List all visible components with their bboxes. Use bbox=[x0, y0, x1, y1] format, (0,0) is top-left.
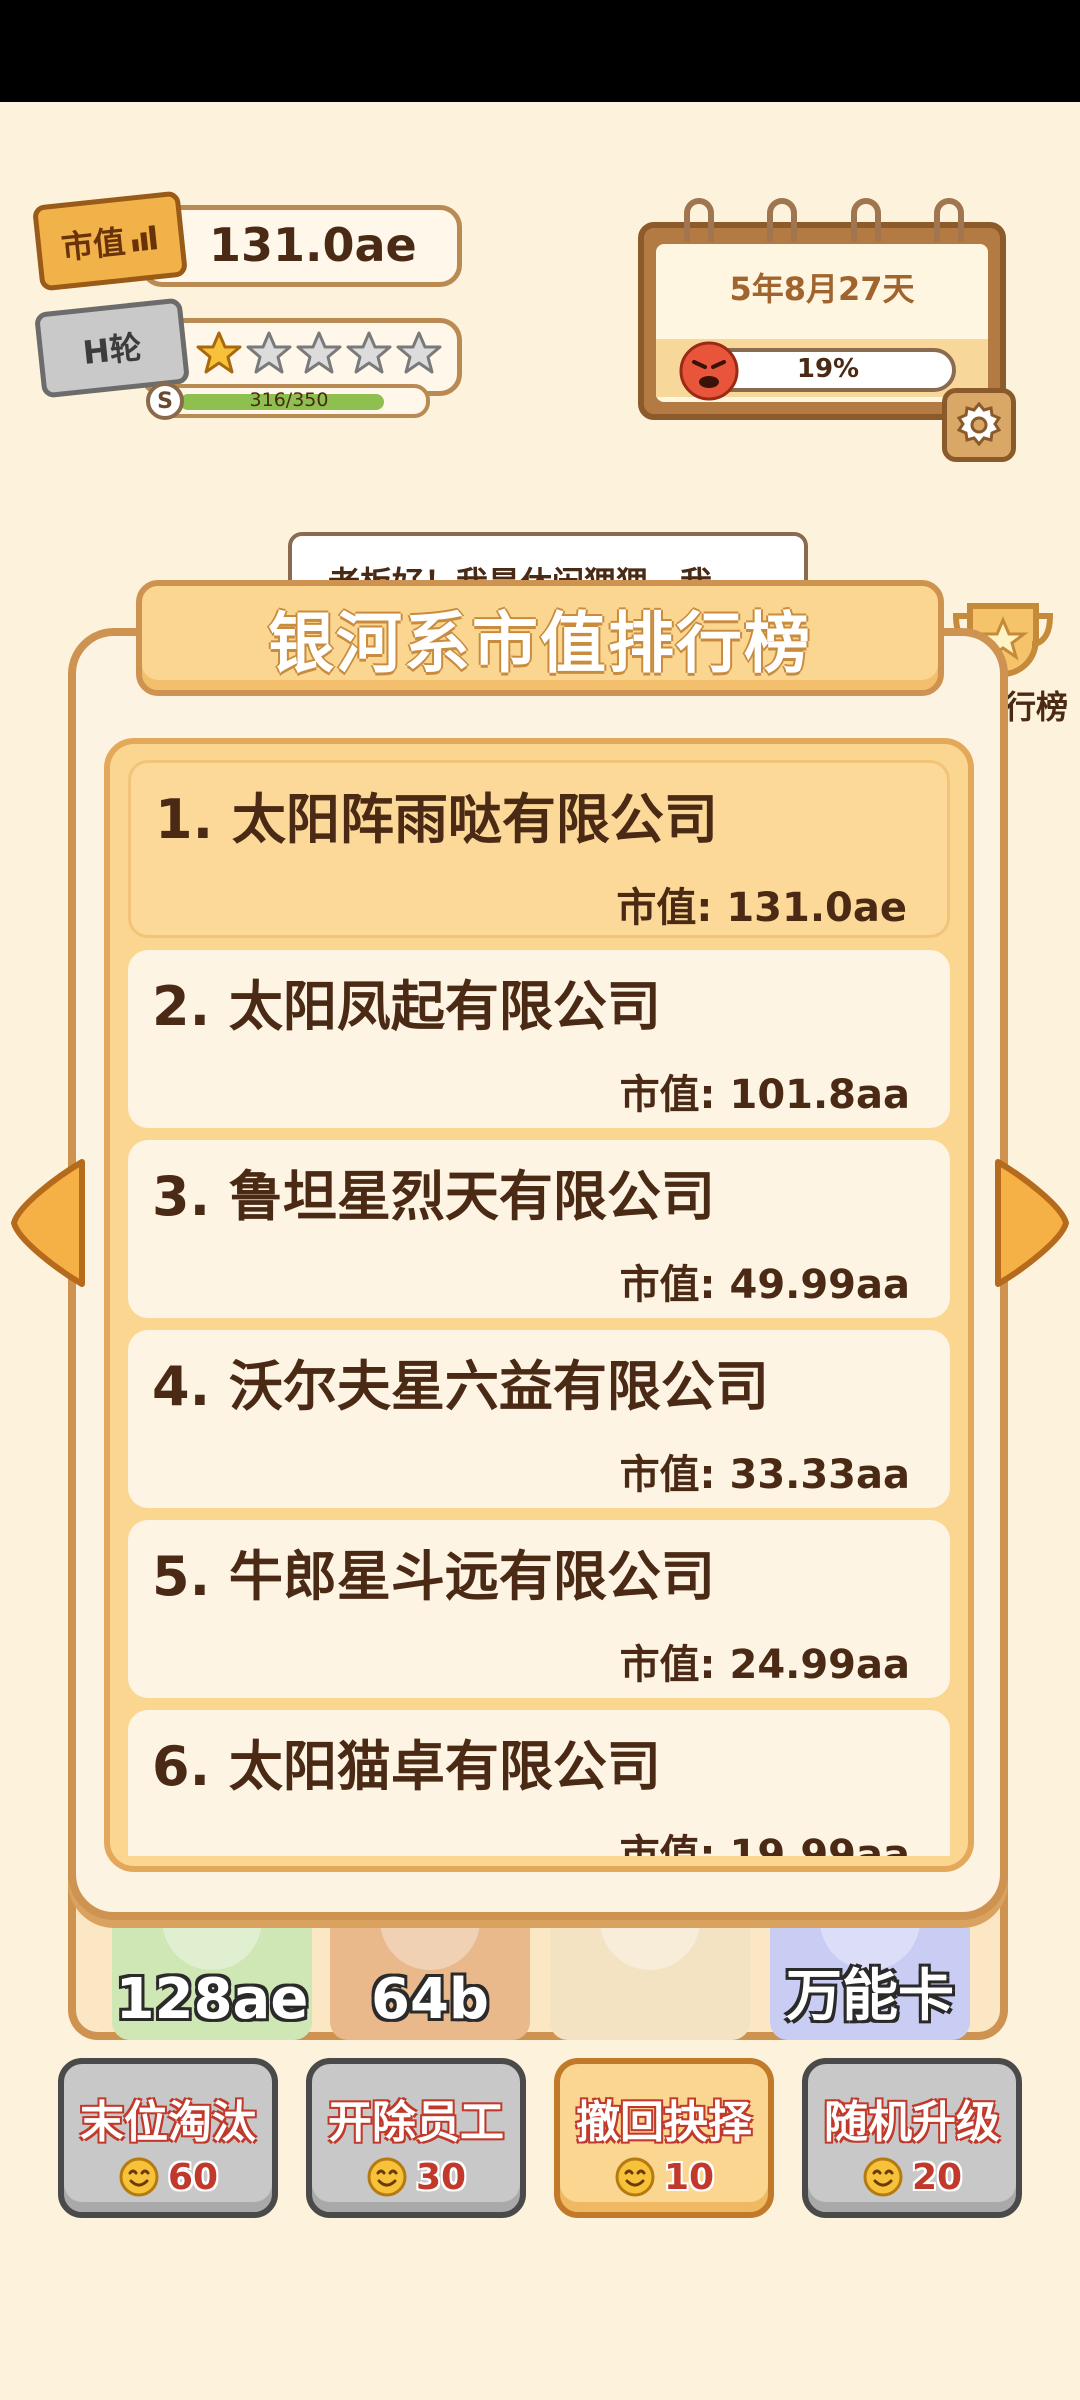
market-value-tag: 市值 bbox=[31, 190, 189, 292]
action-cost-value: 10 bbox=[663, 2156, 715, 2198]
smiley-coin-icon bbox=[615, 2157, 655, 2197]
action-cost: 30 bbox=[312, 2156, 520, 2198]
action-cost-value: 20 bbox=[911, 2156, 963, 2198]
leaderboard-list-inner: 1. 太阳阵雨哒有限公司 市值: 131.0ae 2. 太阳凤起有限公司 市值: 10… bbox=[128, 760, 950, 1856]
action-button[interactable]: 末位淘汰 60 bbox=[58, 2058, 278, 2218]
company-name: 4. 沃尔夫星六益有限公司 bbox=[152, 1355, 769, 1418]
next-page-arrow-icon[interactable] bbox=[992, 1156, 1072, 1290]
star-filled-icon bbox=[196, 331, 242, 374]
previous-page-arrow-icon[interactable] bbox=[8, 1156, 88, 1290]
calendar-date: 5年8月27天 bbox=[729, 270, 915, 308]
status-bar bbox=[0, 0, 1080, 102]
market-value: 131.0ae bbox=[209, 218, 417, 272]
action-button[interactable]: 撤回抉择 10 bbox=[554, 2058, 774, 2218]
character-card[interactable]: 128ae bbox=[112, 1900, 312, 2040]
calendar-page: 5年8月27天 19% bbox=[656, 244, 988, 402]
gear-icon bbox=[956, 401, 1002, 447]
market-value-pill: 131.0ae bbox=[140, 205, 462, 287]
company-market-value: 市值: 24.99aa bbox=[619, 1642, 910, 1688]
star-empty-icon bbox=[346, 331, 392, 374]
action-cost: 20 bbox=[808, 2156, 1016, 2198]
chart-up-icon bbox=[131, 225, 158, 252]
leaderboard-row: 6. 太阳猫卓有限公司市值: 19.99aa bbox=[128, 1710, 950, 1856]
ranking-label[interactable]: 行榜 bbox=[1004, 682, 1068, 728]
leaderboard-row: 4. 沃尔夫星六益有限公司市值: 33.33aa bbox=[128, 1330, 950, 1508]
leaderboard-title: 银河系市值排行榜 bbox=[268, 605, 812, 682]
calendar-rings bbox=[684, 198, 964, 248]
star-empty-icon bbox=[246, 331, 292, 374]
ring bbox=[933, 198, 964, 242]
action-cost-value: 60 bbox=[167, 2156, 219, 2198]
ring bbox=[684, 198, 714, 242]
angry-face-icon bbox=[679, 341, 739, 401]
action-cost-value: 30 bbox=[415, 2156, 467, 2198]
leaderboard-row: 5. 牛郎星斗远有限公司市值: 24.99aa bbox=[128, 1520, 950, 1698]
leaderboard-row: 3. 鲁坦星烈天有限公司市值: 49.99aa bbox=[128, 1140, 950, 1318]
company-market-value: 市值: 19.99aa bbox=[619, 1832, 910, 1856]
market-value-tag-label: 市值 bbox=[59, 222, 128, 268]
character-card[interactable]: 万能卡 bbox=[770, 1900, 970, 2040]
settings-button[interactable] bbox=[942, 388, 1016, 462]
mood-percent: 19% bbox=[796, 354, 860, 384]
company-market-value: 市值: 101.8aa bbox=[619, 1072, 910, 1118]
action-cost: 60 bbox=[64, 2156, 272, 2198]
s-rank-badge: S bbox=[146, 382, 184, 420]
card-label: 64b bbox=[370, 1967, 489, 2032]
ring bbox=[850, 198, 881, 242]
star-empty-icon bbox=[296, 331, 342, 374]
company-market-value: 市值: 49.99aa bbox=[619, 1262, 910, 1308]
smiley-coin-icon bbox=[119, 2157, 159, 2197]
company-name: 1. 太阳阵雨哒有限公司 bbox=[155, 788, 718, 851]
leaderboard-row: 1. 太阳阵雨哒有限公司市值: 131.0ae bbox=[128, 760, 950, 938]
leaderboard-title-banner: 银河系市值排行榜 bbox=[136, 580, 944, 696]
smiley-coin-icon bbox=[863, 2157, 903, 2197]
character-card[interactable] bbox=[550, 1900, 750, 2040]
star-rating bbox=[196, 330, 442, 376]
company-name: 2. 太阳凤起有限公司 bbox=[152, 975, 661, 1038]
character-card[interactable]: 64b bbox=[330, 1900, 530, 2040]
company-market-value: 市值: 131.0ae bbox=[616, 885, 907, 931]
action-button[interactable]: 随机升级 20 bbox=[802, 2058, 1022, 2218]
company-name: 5. 牛郎星斗远有限公司 bbox=[152, 1545, 715, 1608]
company-name: 6. 太阳猫卓有限公司 bbox=[152, 1735, 661, 1798]
leaderboard-row: 2. 太阳凤起有限公司市值: 101.8aa bbox=[128, 950, 950, 1128]
action-cost: 10 bbox=[560, 2156, 768, 2198]
action-button[interactable]: 开除员工 30 bbox=[306, 2058, 526, 2218]
level-progress-bar: 316/350 bbox=[148, 384, 430, 418]
round-tag-label: H轮 bbox=[80, 328, 144, 372]
ring bbox=[767, 198, 798, 242]
smiley-coin-icon bbox=[367, 2157, 407, 2197]
action-label: 撤回抉择 bbox=[576, 2097, 752, 2148]
card-label: 万能卡 bbox=[786, 1964, 954, 2029]
card-label: 128ae bbox=[115, 1967, 309, 2032]
company-name: 3. 鲁坦星烈天有限公司 bbox=[152, 1165, 715, 1228]
action-label: 开除员工 bbox=[328, 2097, 504, 2148]
level-progress-text: 316/350 bbox=[249, 389, 329, 411]
star-empty-icon bbox=[396, 331, 442, 374]
company-market-value: 市值: 33.33aa bbox=[619, 1452, 910, 1498]
action-label: 末位淘汰 bbox=[80, 2097, 256, 2148]
action-label: 随机升级 bbox=[824, 2097, 1000, 2148]
leaderboard-list[interactable]: 1. 太阳阵雨哒有限公司 市值: 131.0ae 2. 太阳凤起有限公司 市值: 10… bbox=[104, 738, 974, 1872]
